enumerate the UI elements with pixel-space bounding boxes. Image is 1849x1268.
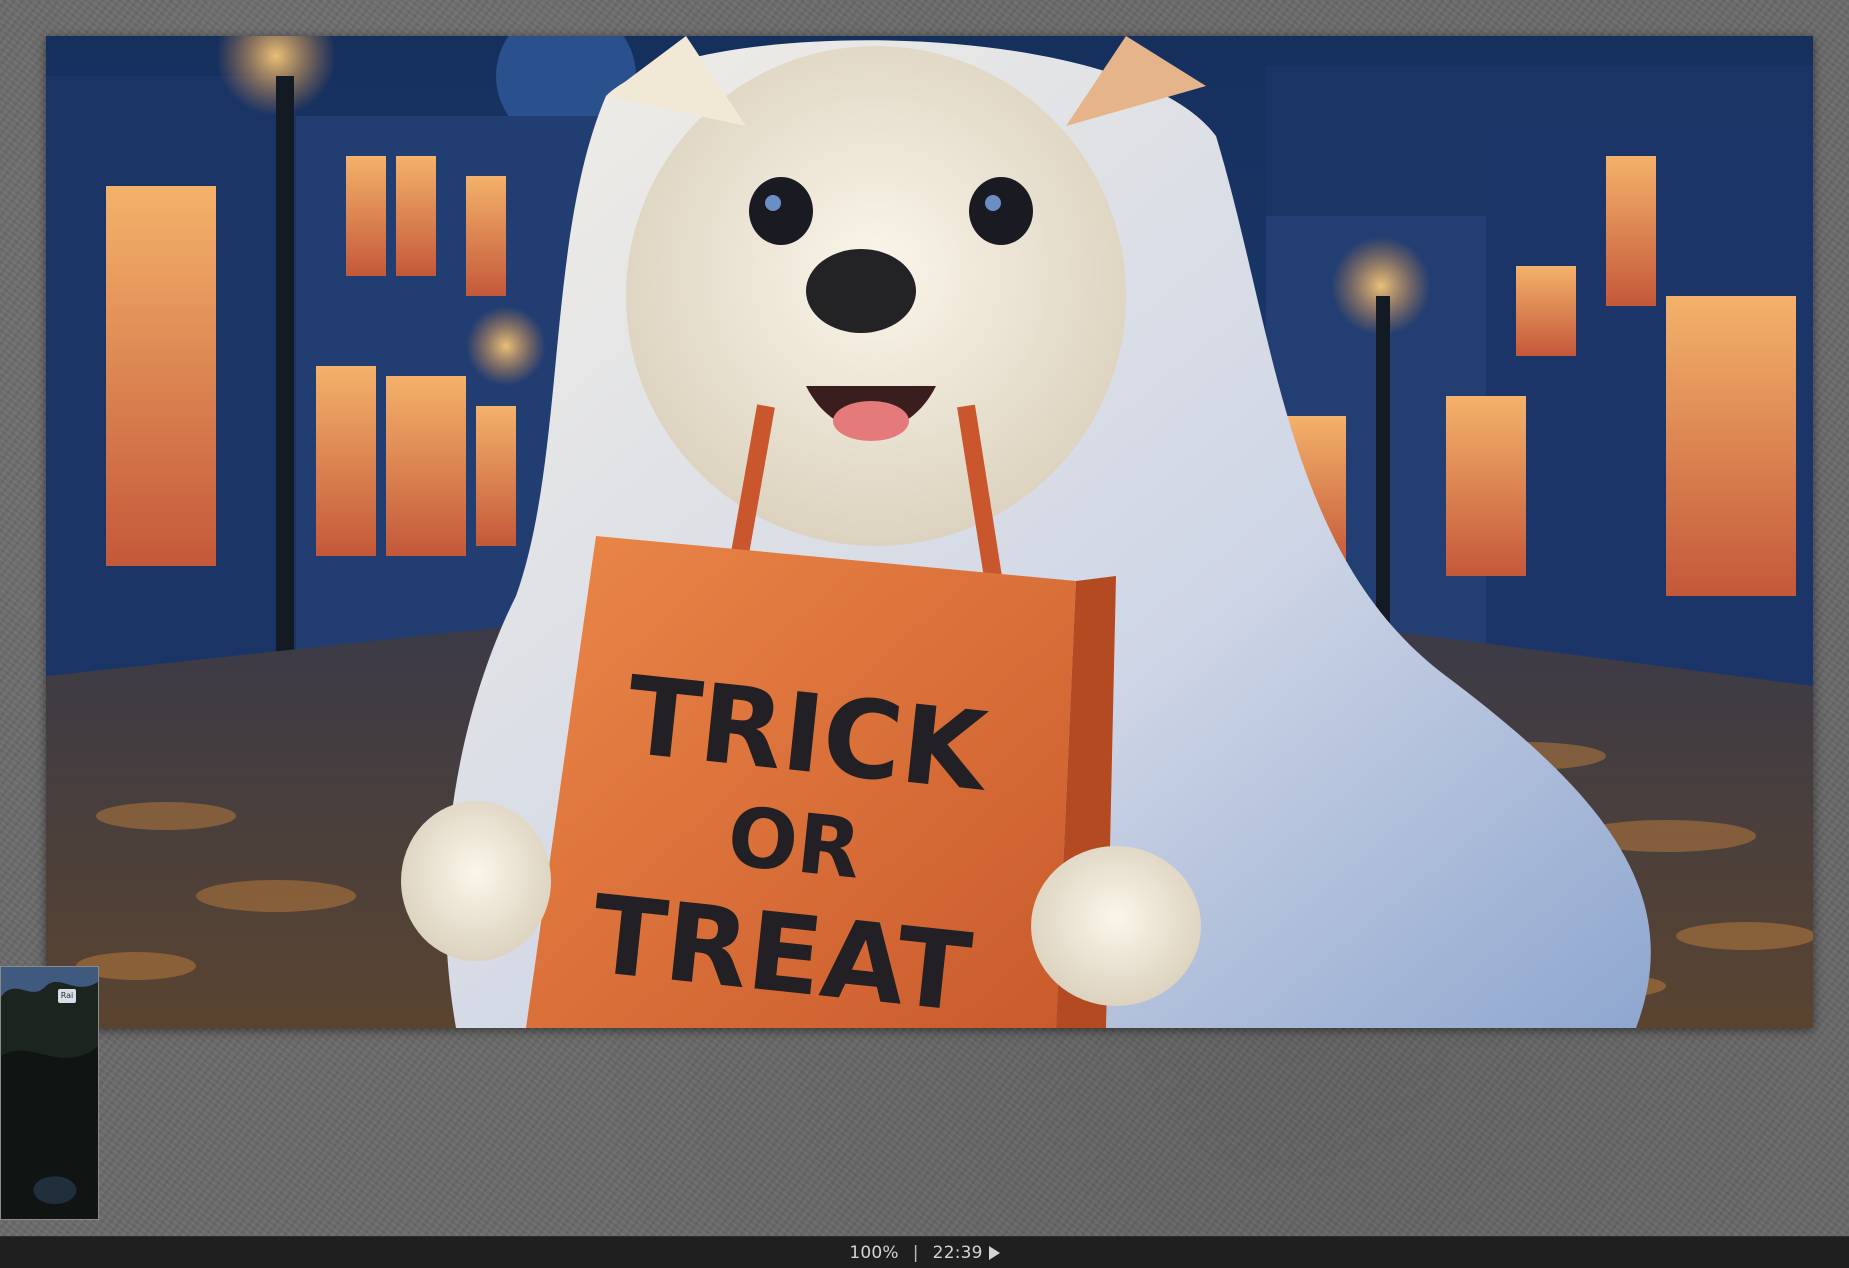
halloween-dog-illustration: TRICK OR TREAT [46, 36, 1813, 1028]
zoom-level[interactable]: 100% [849, 1243, 898, 1263]
thumbnail-scene [1, 967, 98, 1219]
channel-logo-badge: Rai [58, 989, 76, 1003]
bag-text-or: OR [723, 789, 865, 897]
main-image[interactable]: TRICK OR TREAT [46, 36, 1813, 1028]
status-bar: 100% | 22:39 [0, 1236, 1849, 1268]
play-icon[interactable] [988, 1245, 1000, 1260]
video-thumbnail[interactable]: Rai [0, 966, 99, 1220]
viewer-canvas[interactable]: TRICK OR TREAT Rai [0, 0, 1849, 1236]
status-separator: | [912, 1242, 919, 1263]
clock-time: 22:39 [932, 1242, 983, 1263]
